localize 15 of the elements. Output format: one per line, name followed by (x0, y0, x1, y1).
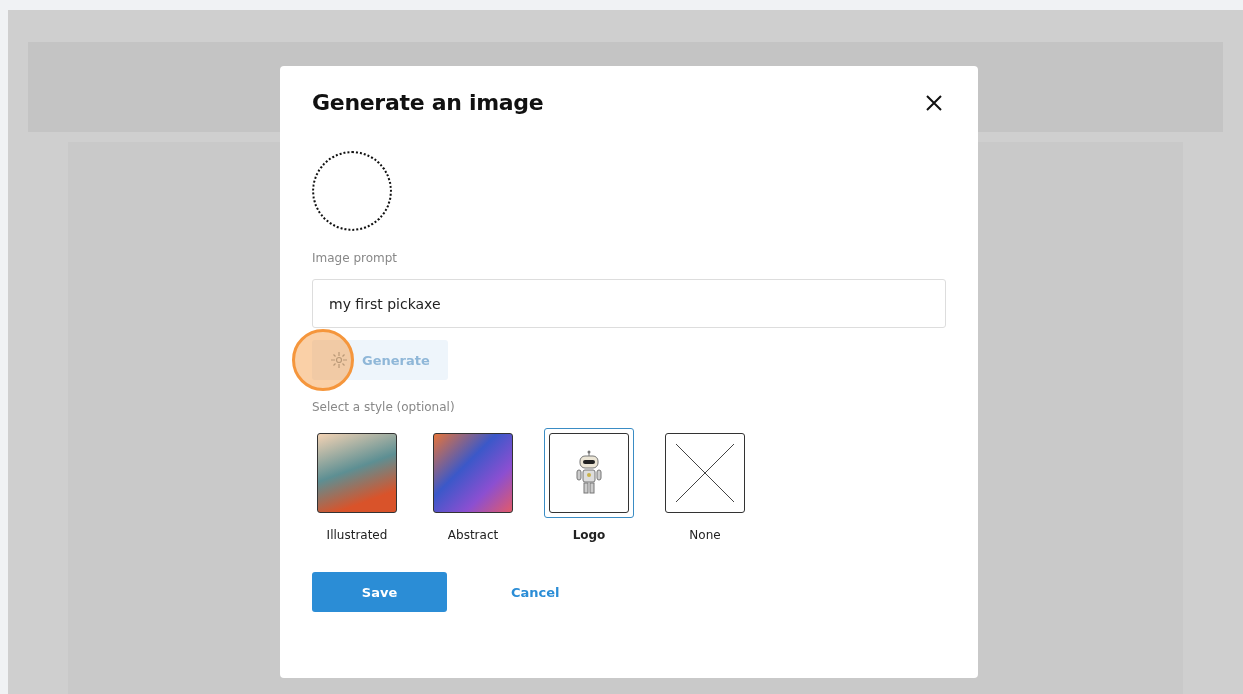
close-icon (926, 94, 942, 111)
field-label: Image prompt (312, 251, 399, 265)
field-label: Select a style (optional) (312, 400, 456, 414)
style-label: Logo (572, 528, 606, 542)
save-button[interactable]: Save (312, 572, 447, 612)
sparkle-icon (330, 351, 348, 369)
robot-icon (574, 450, 604, 496)
prompt-input-field[interactable]: my first pickaxe (312, 279, 946, 328)
style-label: None (689, 528, 721, 542)
style-label: Illustrated (326, 528, 388, 542)
dialog-title: Generate an image (312, 90, 544, 115)
style-option[interactable] (544, 428, 634, 518)
cross-icon (674, 442, 736, 504)
cancel-button[interactable]: Cancel (487, 576, 584, 608)
style-label: Abstract (447, 528, 499, 542)
